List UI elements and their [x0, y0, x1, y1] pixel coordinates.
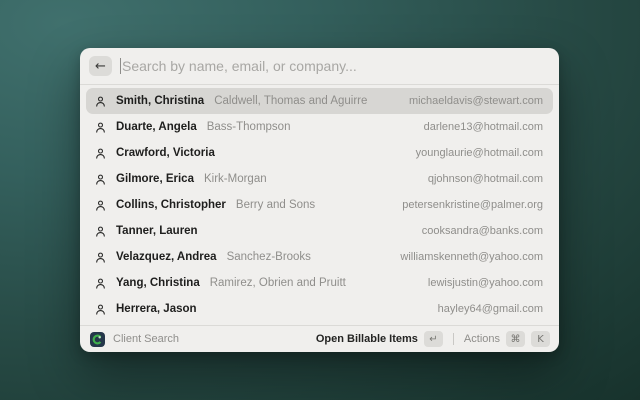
result-company: Sanchez-Brooks: [226, 251, 311, 263]
result-email: darlene13@hotmail.com: [423, 121, 543, 133]
person-icon: [94, 121, 107, 134]
person-icon: [94, 277, 107, 290]
command-palette-window: ← Smith, Christina Caldwell, Thomas and …: [80, 48, 559, 352]
result-name: Crawford, Victoria: [116, 147, 215, 159]
results-list: Smith, Christina Caldwell, Thomas and Ag…: [80, 85, 559, 325]
k-key-icon[interactable]: K: [531, 331, 550, 347]
footer-app-name: Client Search: [113, 333, 180, 345]
actions-menu-button[interactable]: Actions: [464, 333, 500, 345]
search-input[interactable]: [121, 58, 547, 74]
result-row[interactable]: Tanner, Lauren cooksandra@banks.com: [86, 218, 553, 244]
result-name: Herrera, Jason: [116, 303, 197, 315]
person-icon: [94, 199, 107, 212]
result-email: younglaurie@hotmail.com: [415, 147, 543, 159]
command-key-icon[interactable]: ⌘: [506, 331, 525, 347]
result-email: qjohnson@hotmail.com: [427, 173, 543, 185]
result-company: Caldwell, Thomas and Aguirre: [214, 95, 368, 107]
result-row[interactable]: Collins, Christopher Berry and Sons pete…: [86, 192, 553, 218]
open-billable-items-action[interactable]: Open Billable Items: [316, 333, 418, 345]
result-company: Bass-Thompson: [206, 121, 291, 133]
person-icon: [94, 173, 107, 186]
person-icon: [94, 95, 107, 108]
result-email: michaeldavis@stewart.com: [408, 95, 543, 107]
divider: [452, 333, 454, 345]
result-name: Duarte, Angela: [116, 121, 197, 133]
search-bar: ←: [80, 48, 559, 84]
result-email: williamskenneth@yahoo.com: [400, 251, 543, 263]
result-row[interactable]: Duarte, Angela Bass-Thompson darlene13@h…: [86, 114, 553, 140]
footer-bar: Client Search Open Billable Items ↵ Acti…: [80, 326, 559, 352]
result-name: Tanner, Lauren: [116, 225, 198, 237]
result-row[interactable]: Crawford, Victoria younglaurie@hotmail.c…: [86, 140, 553, 166]
person-icon: [94, 251, 107, 264]
result-name: Velazquez, Andrea: [116, 251, 217, 263]
person-icon: [94, 225, 107, 238]
result-row[interactable]: Smith, Christina Caldwell, Thomas and Ag…: [86, 88, 553, 114]
result-email: cooksandra@banks.com: [421, 225, 543, 237]
result-name: Yang, Christina: [116, 277, 200, 289]
result-row[interactable]: Gilmore, Erica Kirk-Morgan qjohnson@hotm…: [86, 166, 553, 192]
person-icon: [94, 147, 107, 160]
return-key-icon[interactable]: ↵: [423, 331, 443, 347]
result-row[interactable]: Herrera, Jason hayley64@gmail.com: [86, 296, 553, 322]
footer-actions: Open Billable Items ↵ Actions ⌘ K: [316, 331, 550, 347]
result-company: Berry and Sons: [235, 199, 316, 211]
result-row[interactable]: Yang, Christina Ramirez, Obrien and Prui…: [86, 270, 553, 296]
result-company: Ramirez, Obrien and Pruitt: [209, 277, 346, 289]
result-email: lewisjustin@yahoo.com: [427, 277, 543, 289]
client-search-app-icon: [90, 331, 105, 347]
result-row[interactable]: Velazquez, Andrea Sanchez-Brooks william…: [86, 244, 553, 270]
person-icon: [94, 303, 107, 316]
result-email: petersenkristine@palmer.org: [402, 199, 543, 211]
back-button[interactable]: ←: [89, 56, 112, 76]
result-name: Collins, Christopher: [116, 199, 226, 211]
result-company: Kirk-Morgan: [203, 173, 267, 185]
result-name: Smith, Christina: [116, 95, 205, 107]
result-email: hayley64@gmail.com: [437, 303, 543, 315]
result-name: Gilmore, Erica: [116, 173, 194, 185]
